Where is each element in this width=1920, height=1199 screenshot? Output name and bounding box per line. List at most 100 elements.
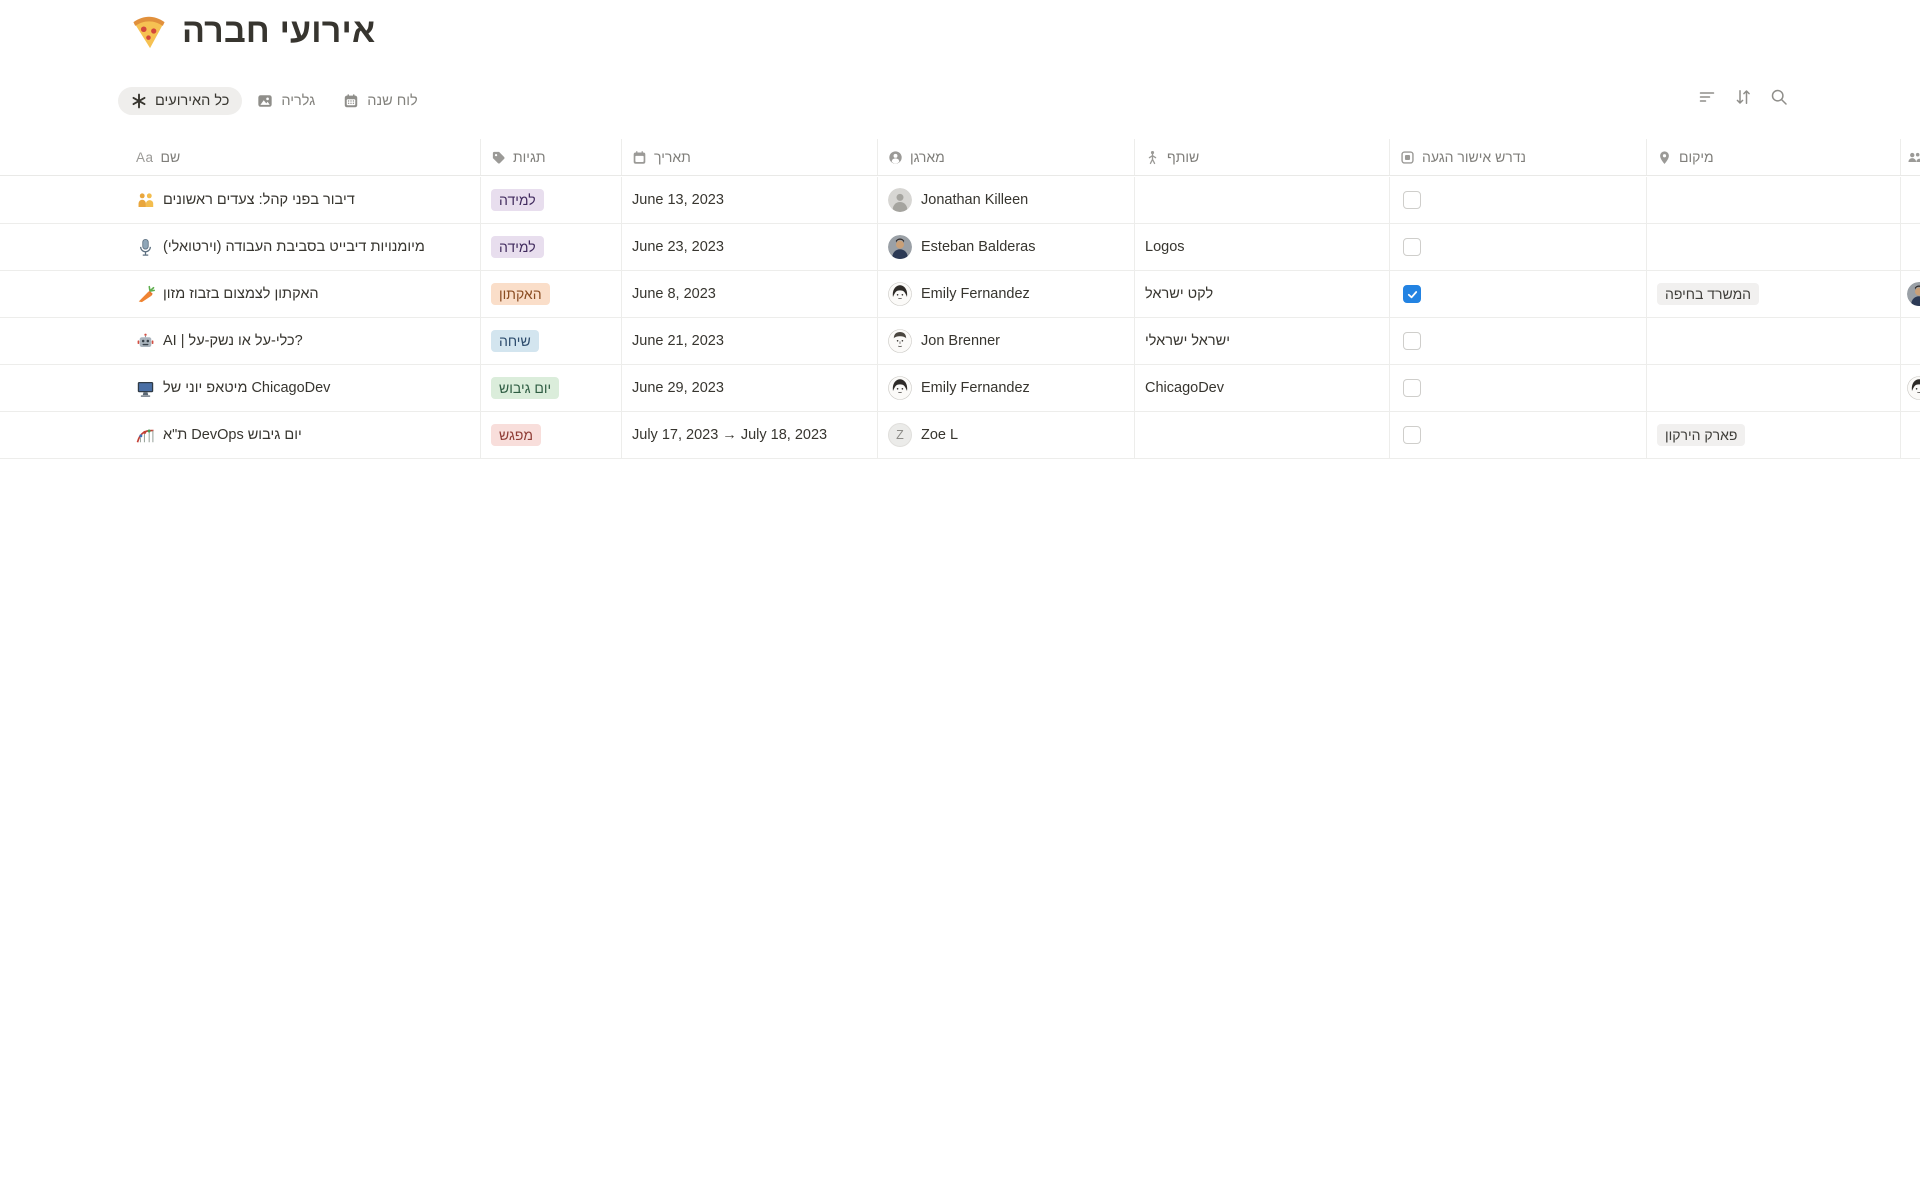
location-cell[interactable]	[1647, 365, 1901, 411]
name-cell[interactable]: מיטאפ יוני של ChicagoDev	[126, 365, 481, 411]
page-title[interactable]: אירועי חברה	[182, 11, 375, 52]
tab-calendar[interactable]: לוח שנה	[330, 87, 430, 115]
partner-cell[interactable]: ChicagoDev	[1135, 365, 1390, 411]
column-header-location[interactable]: מיקום	[1647, 139, 1901, 175]
avatar-sketch-woman	[1907, 376, 1920, 400]
date-cell[interactable]: June 13, 2023	[622, 177, 878, 223]
page-header: אירועי חברה	[128, 10, 375, 52]
column-header-name[interactable]: Aaשם	[126, 139, 481, 175]
rsvp-checkbox[interactable]	[1403, 191, 1421, 209]
column-header-organizer[interactable]: מארגן	[878, 139, 1135, 175]
avatar-silhouette	[888, 188, 912, 212]
name-cell[interactable]: מיומנויות דיבייט בסביבת העבודה (וירטואלי…	[126, 224, 481, 270]
name-cell[interactable]: ת"א DevOps יום גיבוש	[126, 412, 481, 458]
tab-all-events[interactable]: כל האירועים	[118, 87, 242, 115]
rsvp-cell[interactable]	[1390, 365, 1647, 411]
participants-cell[interactable]	[1901, 224, 1920, 270]
date-cell[interactable]: July 17, 2023 → July 18, 2023	[622, 412, 878, 458]
event-name: AI | כלי-על או נשק-על?	[163, 333, 303, 349]
column-header-participants[interactable]	[1901, 139, 1920, 175]
rsvp-checkbox[interactable]	[1403, 238, 1421, 256]
organizer-name: Zoe L	[921, 427, 958, 443]
organizer-cell[interactable]: Emily Fernandez	[878, 271, 1135, 317]
rsvp-cell[interactable]	[1390, 412, 1647, 458]
tags-cell[interactable]: שיחה	[481, 318, 622, 364]
partner-cell[interactable]: Logos	[1135, 224, 1390, 270]
table-row: AI | כלי-על או נשק-על? שיחה June 21, 2023 J…	[0, 318, 1920, 365]
avatar-sketch-woman	[888, 282, 912, 306]
location-cell[interactable]: פארק הירקון	[1647, 412, 1901, 458]
tab-gallery[interactable]: גלריה	[244, 87, 328, 115]
partner-cell[interactable]: ישראל ישראלי	[1135, 318, 1390, 364]
date-cell[interactable]: June 8, 2023	[622, 271, 878, 317]
name-cell[interactable]: AI | כלי-על או נשק-על?	[126, 318, 481, 364]
date-cell[interactable]: June 23, 2023	[622, 224, 878, 270]
robot-icon	[136, 332, 155, 351]
date-value: June 8, 2023	[632, 286, 716, 302]
organizer-cell[interactable]: Esteban Balderas	[878, 224, 1135, 270]
participants-cell[interactable]	[1901, 177, 1920, 223]
rsvp-checkbox[interactable]	[1403, 285, 1421, 303]
event-name: מיומנויות דיבייט בסביבת העבודה (וירטואלי…	[163, 239, 425, 255]
location-cell[interactable]	[1647, 224, 1901, 270]
location-cell[interactable]	[1647, 318, 1901, 364]
pizza-page-icon[interactable]	[128, 10, 170, 52]
avatar-sketch-man	[888, 329, 912, 353]
partner-cell[interactable]	[1135, 177, 1390, 223]
tags-cell[interactable]: למידה	[481, 224, 622, 270]
sort-icon[interactable]	[1733, 87, 1753, 107]
roller-coaster-icon	[136, 426, 155, 445]
table-body: דיבור בפני קהל: צעדים ראשוניםלמידהJune 1…	[0, 177, 1920, 459]
partner-name: ChicagoDev	[1145, 380, 1224, 396]
participants-cell[interactable]	[1901, 412, 1920, 458]
tag-pill: האקתון	[491, 283, 550, 306]
participants-cell[interactable]	[1901, 318, 1920, 364]
date-cell[interactable]: June 21, 2023	[622, 318, 878, 364]
location-pill: המשרד בחיפה	[1657, 283, 1759, 306]
rsvp-cell[interactable]	[1390, 224, 1647, 270]
tags-cell[interactable]: למידה	[481, 177, 622, 223]
organizer-cell[interactable]: Jon Brenner	[878, 318, 1135, 364]
partner-cell[interactable]: לקט ישראל	[1135, 271, 1390, 317]
text-property-icon: Aa	[136, 150, 154, 165]
partner-name: לקט ישראל	[1145, 286, 1213, 302]
organizer-cell[interactable]: Jonathan Killeen	[878, 177, 1135, 223]
column-header-rsvp[interactable]: נדרש אישור הגעה	[1390, 139, 1647, 175]
date-value: June 21, 2023	[632, 333, 724, 349]
checkbox-icon	[1400, 150, 1415, 165]
tags-cell[interactable]: האקתון	[481, 271, 622, 317]
tag-pill: מפגש	[491, 424, 541, 447]
column-header-partner[interactable]: שותף	[1135, 139, 1390, 175]
notion-page: אירועי חברה כל האירועים גלריה	[0, 0, 1920, 1199]
organizer-cell[interactable]: ZZoe L	[878, 412, 1135, 458]
column-header-date[interactable]: תאריך	[622, 139, 878, 175]
column-header-tags[interactable]: תגיות	[481, 139, 622, 175]
name-cell[interactable]: האקתון לצמצום בזבוז מזון	[126, 271, 481, 317]
avatar-photo	[1907, 282, 1920, 306]
rsvp-checkbox[interactable]	[1403, 426, 1421, 444]
column-label: נדרש אישור הגעה	[1422, 149, 1526, 165]
location-cell[interactable]: המשרד בחיפה	[1647, 271, 1901, 317]
partner-name: ישראל ישראלי	[1145, 333, 1230, 349]
name-cell[interactable]: דיבור בפני קהל: צעדים ראשונים	[126, 177, 481, 223]
participants-cell[interactable]	[1901, 365, 1920, 411]
rsvp-checkbox[interactable]	[1403, 379, 1421, 397]
tag-pill: למידה	[491, 236, 544, 259]
rsvp-cell[interactable]	[1390, 177, 1647, 223]
partner-cell[interactable]	[1135, 412, 1390, 458]
event-name: ת"א DevOps יום גיבוש	[163, 427, 302, 443]
search-icon[interactable]	[1769, 87, 1789, 107]
table-row: מיטאפ יוני של ChicagoDevיום גיבושJune 29…	[0, 365, 1920, 412]
rsvp-cell[interactable]	[1390, 318, 1647, 364]
tags-cell[interactable]: יום גיבוש	[481, 365, 622, 411]
participants-cell[interactable]	[1901, 271, 1920, 317]
column-label: שותף	[1167, 149, 1199, 165]
rsvp-checkbox[interactable]	[1403, 332, 1421, 350]
rsvp-cell[interactable]	[1390, 271, 1647, 317]
tag-icon	[491, 150, 506, 165]
organizer-cell[interactable]: Emily Fernandez	[878, 365, 1135, 411]
location-cell[interactable]	[1647, 177, 1901, 223]
date-cell[interactable]: June 29, 2023	[622, 365, 878, 411]
filter-icon[interactable]	[1697, 87, 1717, 107]
tags-cell[interactable]: מפגש	[481, 412, 622, 458]
